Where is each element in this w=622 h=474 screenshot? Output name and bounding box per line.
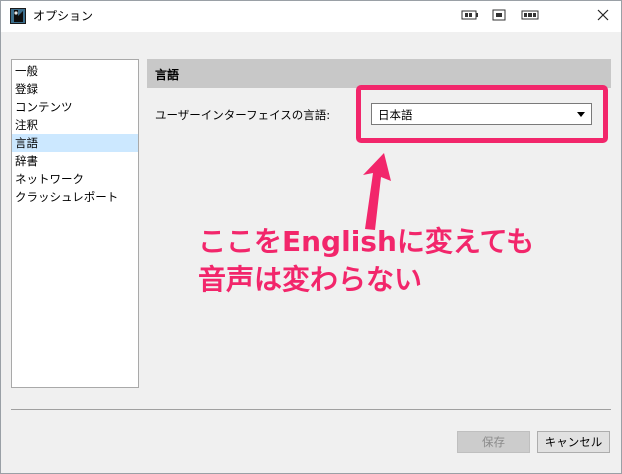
category-list: 一般 登録 コンテンツ 注釈 言語 辞書 ネットワーク クラッシュレポート [11, 59, 139, 388]
sidebar-item-general[interactable]: 一般 [12, 62, 138, 80]
media-view-icon[interactable] [491, 8, 509, 22]
section-header: 言語 [147, 59, 611, 88]
section-title: 言語 [155, 68, 180, 82]
annotation-line-1: ここをEnglishに変えても [198, 225, 535, 258]
save-button[interactable]: 保存 [457, 431, 530, 453]
sidebar-item-contents[interactable]: コンテンツ [12, 98, 138, 116]
sidebar-item-registration[interactable]: 登録 [12, 80, 138, 98]
full-view-icon[interactable] [521, 8, 539, 22]
title-bar[interactable]: オプション [1, 1, 621, 32]
sidebar-item-network[interactable]: ネットワーク [12, 170, 138, 188]
annotation-arrow-icon [363, 153, 391, 230]
annotation-callout: ここをEnglishに変えても 音声は変わらない [198, 223, 534, 299]
cancel-button[interactable]: キャンセル [537, 431, 610, 453]
ui-language-label: ユーザーインターフェイスの言語: [155, 108, 331, 122]
sidebar-item-annotations[interactable]: 注釈 [12, 116, 138, 134]
annotation-line-2: 音声は変わらない [198, 263, 423, 296]
close-icon[interactable] [595, 7, 611, 23]
sidebar-item-dictionary[interactable]: 辞書 [12, 152, 138, 170]
annotation-highlight-box [356, 85, 608, 143]
compact-view-icon[interactable] [461, 8, 479, 22]
footer-divider [11, 409, 611, 410]
options-window: オプション 一般 登録 コンテンツ 注釈 言語 辞書 ネットワーク クラッシュレ… [0, 0, 622, 474]
sidebar-item-language[interactable]: 言語 [12, 134, 138, 152]
sidebar-item-crash-report[interactable]: クラッシュレポート [12, 188, 138, 206]
app-icon [10, 8, 26, 24]
window-title: オプション [33, 9, 94, 23]
